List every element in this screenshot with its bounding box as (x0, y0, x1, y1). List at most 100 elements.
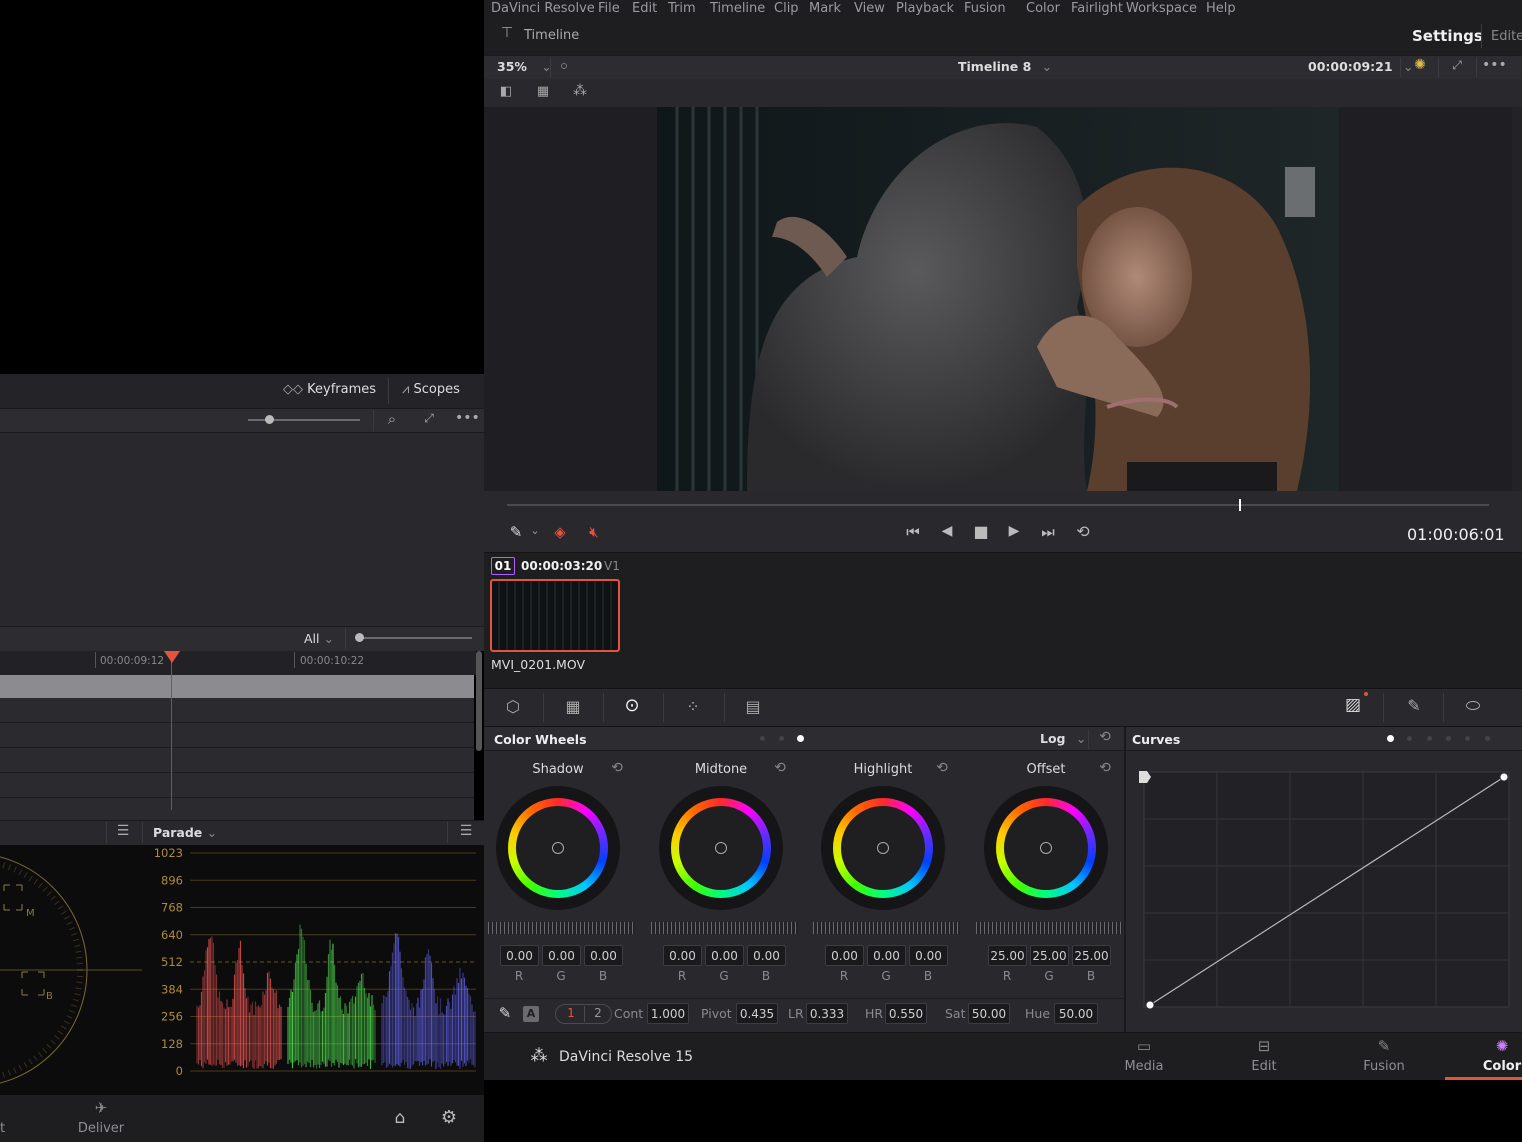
menu-item-playback[interactable]: Playback (896, 1, 954, 16)
menu-item-davinci-resolve[interactable]: DaVinci Resolve (491, 1, 595, 16)
split-view-icon[interactable]: ◧ (496, 84, 516, 99)
wheel-value-r[interactable]: 0.00 (500, 945, 539, 966)
reset-icon[interactable]: ⟲ (771, 760, 789, 776)
search-icon[interactable]: ⌕ (383, 410, 401, 428)
master-wheel-jog[interactable] (651, 922, 798, 934)
curves-page-dot-active[interactable] (1387, 735, 1394, 742)
color-wheel-midtone[interactable] (659, 786, 783, 910)
wheel-value-b[interactable]: 0.00 (747, 945, 786, 966)
mute-icon[interactable]: 🔇︎ (583, 523, 605, 541)
keyframe-track-master[interactable] (0, 675, 474, 698)
curves-graph[interactable] (1136, 762, 1516, 1020)
wheel-value-b[interactable]: 25.00 (1072, 945, 1111, 966)
crosshair-icon[interactable] (715, 842, 727, 854)
scope-type-dropdown[interactable]: Parade ⌄ (153, 825, 217, 840)
page-2-button[interactable]: 2 (587, 1006, 609, 1020)
edit-button-partial[interactable]: Edite (1491, 29, 1522, 44)
menu-item-timeline[interactable]: Timeline (710, 1, 765, 16)
page-tab-partial[interactable]: t (0, 1121, 5, 1136)
menu-item-view[interactable]: View (854, 1, 885, 16)
auto-balance-icon[interactable]: ✎ (495, 1004, 515, 1022)
master-wheel-jog[interactable] (488, 922, 635, 934)
param-value-sat[interactable]: 50.00 (968, 1003, 1010, 1024)
motion-effects-icon[interactable]: ▤ (740, 697, 766, 716)
curves-page-dot[interactable] (1485, 736, 1490, 741)
color-wheel-offset[interactable] (984, 786, 1108, 910)
zoom-dropdown[interactable]: 35% ⌄ (497, 59, 552, 74)
expand-icon[interactable]: ⤢ (420, 411, 438, 426)
color-match-icon[interactable]: ▦ (561, 697, 585, 716)
color-wheel-highlight[interactable] (821, 786, 945, 910)
keyframe-scrollbar[interactable] (476, 651, 482, 751)
wheel-value-g[interactable]: 0.00 (542, 945, 581, 966)
keyframe-track[interactable] (0, 798, 474, 820)
color-picker-icon[interactable]: ✎ (507, 523, 525, 541)
wheel-value-b[interactable]: 0.00 (909, 945, 948, 966)
menu-item-color[interactable]: Color (1026, 1, 1060, 16)
scrubber-playhead[interactable] (1238, 499, 1241, 511)
clip-thumbnail[interactable] (490, 579, 620, 652)
timeline-label[interactable]: Timeline (524, 28, 579, 43)
param-value-hr[interactable]: 0.550 (885, 1003, 927, 1024)
menu-item-mark[interactable]: Mark (809, 1, 841, 16)
timeline-dropdown[interactable]: Timeline 8 ⌄ (958, 59, 1052, 74)
curves-page-dot[interactable] (1427, 736, 1432, 741)
qualifier-icon[interactable]: ✎ (1402, 696, 1426, 715)
wheel-value-r[interactable]: 25.00 (988, 945, 1027, 966)
wheel-value-r[interactable]: 0.00 (825, 945, 864, 966)
menu-item-fusion[interactable]: Fusion (964, 1, 1006, 16)
keyframe-track[interactable] (0, 698, 474, 723)
auto-button[interactable]: A (523, 1006, 539, 1022)
menu-item-trim[interactable]: Trim (668, 1, 696, 16)
tab-deliver[interactable]: Deliver (70, 1121, 132, 1136)
curves-page-dot[interactable] (1465, 736, 1470, 741)
stop-icon[interactable]: ■ (971, 522, 991, 541)
source-timecode-dropdown[interactable]: 00:00:09:21 ⌄ (1308, 59, 1413, 74)
color-wheel-icon[interactable]: ✺ (1410, 57, 1430, 73)
tab-media[interactable]: Media (1108, 1059, 1180, 1074)
reset-all-icon[interactable]: ⟲ (1096, 729, 1114, 745)
more-icon[interactable]: ••• (1482, 57, 1507, 73)
rgb-mixer-icon[interactable]: ⁘ (680, 697, 706, 716)
wheel-value-b[interactable]: 0.00 (584, 945, 623, 966)
keyframes-button[interactable]: ◇◇ Keyframes (283, 382, 376, 397)
menu-item-file[interactable]: File (598, 1, 620, 16)
wheel-value-g[interactable]: 0.00 (867, 945, 906, 966)
skip-back-icon[interactable]: ⏮︎ (901, 523, 925, 541)
menu-item-help[interactable]: Help (1206, 1, 1236, 16)
play-reverse-icon[interactable]: ◀ (937, 523, 957, 539)
play-icon[interactable]: ▶ (1004, 523, 1024, 539)
skip-forward-icon[interactable]: ⏭︎ (1036, 523, 1060, 541)
keyframe-track[interactable] (0, 723, 474, 748)
tab-color[interactable]: Color (1466, 1059, 1522, 1074)
more-icon[interactable]: ••• (455, 410, 480, 426)
wheel-value-g[interactable]: 25.00 (1030, 945, 1069, 966)
curves-page-dot[interactable] (1407, 736, 1412, 741)
crosshair-icon[interactable] (552, 842, 564, 854)
curves-tab-icon[interactable]: ▨ (1340, 695, 1366, 715)
tab-fusion[interactable]: Fusion (1348, 1059, 1420, 1074)
settings-button[interactable]: Settings (1412, 27, 1483, 45)
page-dot[interactable] (779, 736, 784, 741)
reset-icon[interactable]: ⟲ (933, 760, 951, 776)
home-icon[interactable]: ⌂ (390, 1108, 410, 1128)
chevron-down-icon[interactable]: ⌄ (529, 524, 541, 537)
reset-icon[interactable]: ⟲ (1096, 760, 1114, 776)
reset-icon[interactable]: ⟲ (608, 760, 626, 776)
menu-item-workspace[interactable]: Workspace (1126, 1, 1197, 16)
loop-icon[interactable]: ⟲ (1072, 522, 1094, 541)
crosshair-icon[interactable] (877, 842, 889, 854)
parade-settings-icon[interactable]: ☰ (457, 823, 475, 839)
layers-icon[interactable]: ◈ (551, 523, 569, 541)
wheel-mode-dropdown[interactable]: Log ⌄ (1040, 731, 1086, 746)
scrubber-track[interactable] (507, 504, 1489, 506)
param-value-lr[interactable]: 0.333 (806, 1003, 848, 1024)
wheel-value-g[interactable]: 0.00 (705, 945, 744, 966)
window-icon[interactable]: ⬭ (1460, 696, 1486, 716)
page-dot[interactable] (760, 736, 765, 741)
gallery-grid-icon[interactable]: ▦ (533, 84, 553, 99)
fullscreen-icon[interactable]: ⤢ (1448, 58, 1466, 73)
master-wheel-jog[interactable] (976, 922, 1123, 934)
keyframe-zoom-slider[interactable] (356, 637, 472, 639)
keyframe-playhead-marker[interactable] (164, 651, 180, 663)
